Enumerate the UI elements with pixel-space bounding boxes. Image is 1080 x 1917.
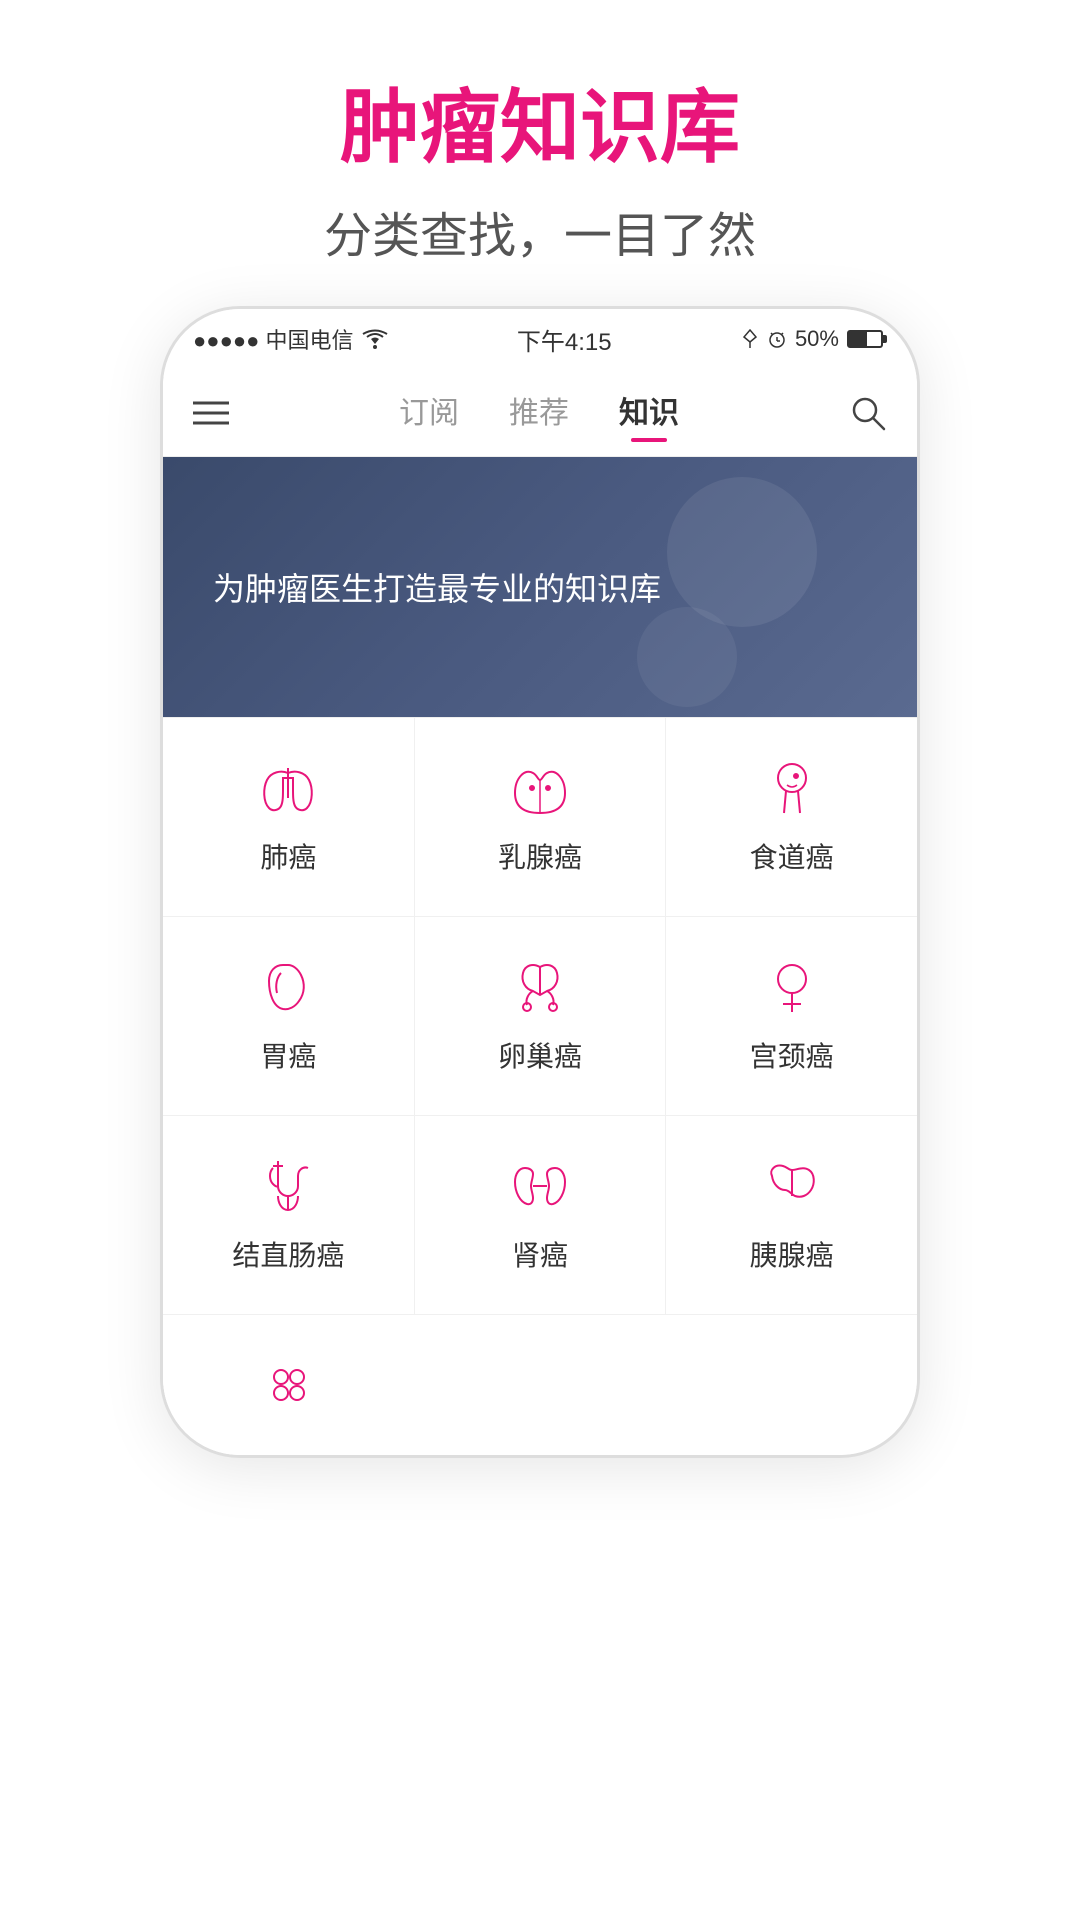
tab-subscribe[interactable]: 订阅 — [399, 388, 459, 438]
status-right: 50% — [741, 326, 887, 352]
pancreas-icon — [757, 1156, 827, 1216]
cervix-icon — [757, 957, 827, 1017]
stomach-icon — [253, 957, 323, 1017]
breast-label: 乳腺癌 — [498, 836, 582, 876]
hamburger-icon — [193, 398, 229, 428]
grid-item-ovary[interactable]: 卵巢癌 — [415, 917, 666, 1115]
lung-icon — [253, 758, 323, 818]
esophagus-icon — [757, 758, 827, 818]
nav-bar: 订阅 推荐 知识 — [163, 369, 917, 457]
banner-text: 为肿瘤医生打造最专业的知识库 — [213, 564, 661, 610]
grid-item-cervix[interactable]: 宫颈癌 — [666, 917, 917, 1115]
grid-item-pancreas[interactable]: 胰腺癌 — [666, 1116, 917, 1314]
page-title: 肿瘤知识库 — [0, 80, 1080, 176]
tab-recommend[interactable]: 推荐 — [509, 388, 569, 438]
status-carrier: ●●●●● 中国电信 — [193, 323, 388, 355]
grid-item-stomach[interactable]: 胃癌 — [163, 917, 414, 1115]
page-subtitle: 分类查找，一目了然 — [0, 196, 1080, 266]
breast-icon — [505, 758, 575, 818]
nav-tabs: 订阅 推荐 知识 — [399, 388, 679, 438]
grid-item-colon[interactable]: 结直肠癌 — [163, 1116, 414, 1314]
search-button[interactable] — [849, 394, 887, 432]
kidney-icon — [505, 1156, 575, 1216]
lung-label: 肺癌 — [260, 836, 316, 876]
tab-knowledge[interactable]: 知识 — [619, 388, 679, 438]
pancreas-label: 胰腺癌 — [750, 1234, 834, 1274]
grid-bottom-row — [163, 1314, 917, 1455]
esophagus-label: 食道癌 — [750, 836, 834, 876]
grid-item-more[interactable] — [163, 1315, 414, 1455]
more-cancer-icon — [254, 1355, 324, 1415]
cancer-grid: 肺癌 乳腺癌 — [163, 717, 917, 1314]
status-time: 下午4:15 — [517, 322, 612, 357]
ovary-icon — [505, 957, 575, 1017]
location-icon — [741, 328, 759, 350]
wifi-icon — [362, 329, 388, 349]
status-bar: ●●●●● 中国电信 下午4:15 — [163, 309, 917, 369]
cervix-label: 宫颈癌 — [750, 1035, 834, 1075]
kidney-label: 肾癌 — [512, 1234, 568, 1274]
grid-item-kidney[interactable]: 肾癌 — [415, 1116, 666, 1314]
knowledge-banner: 为肿瘤医生打造最专业的知识库 — [163, 457, 917, 717]
phone-frame: ●●●●● 中国电信 下午4:15 — [160, 306, 920, 1458]
battery-icon — [847, 330, 887, 348]
colon-label: 结直肠癌 — [232, 1234, 344, 1274]
menu-icon[interactable] — [193, 398, 229, 428]
page-header: 肿瘤知识库 分类查找，一目了然 — [0, 0, 1080, 306]
grid-item-lung[interactable]: 肺癌 — [163, 718, 414, 916]
search-icon — [849, 394, 887, 432]
grid-item-esophagus[interactable]: 食道癌 — [666, 718, 917, 916]
stomach-label: 胃癌 — [260, 1035, 316, 1075]
ovary-label: 卵巢癌 — [498, 1035, 582, 1075]
alarm-icon — [767, 329, 787, 349]
grid-item-breast[interactable]: 乳腺癌 — [415, 718, 666, 916]
colon-icon — [253, 1156, 323, 1216]
